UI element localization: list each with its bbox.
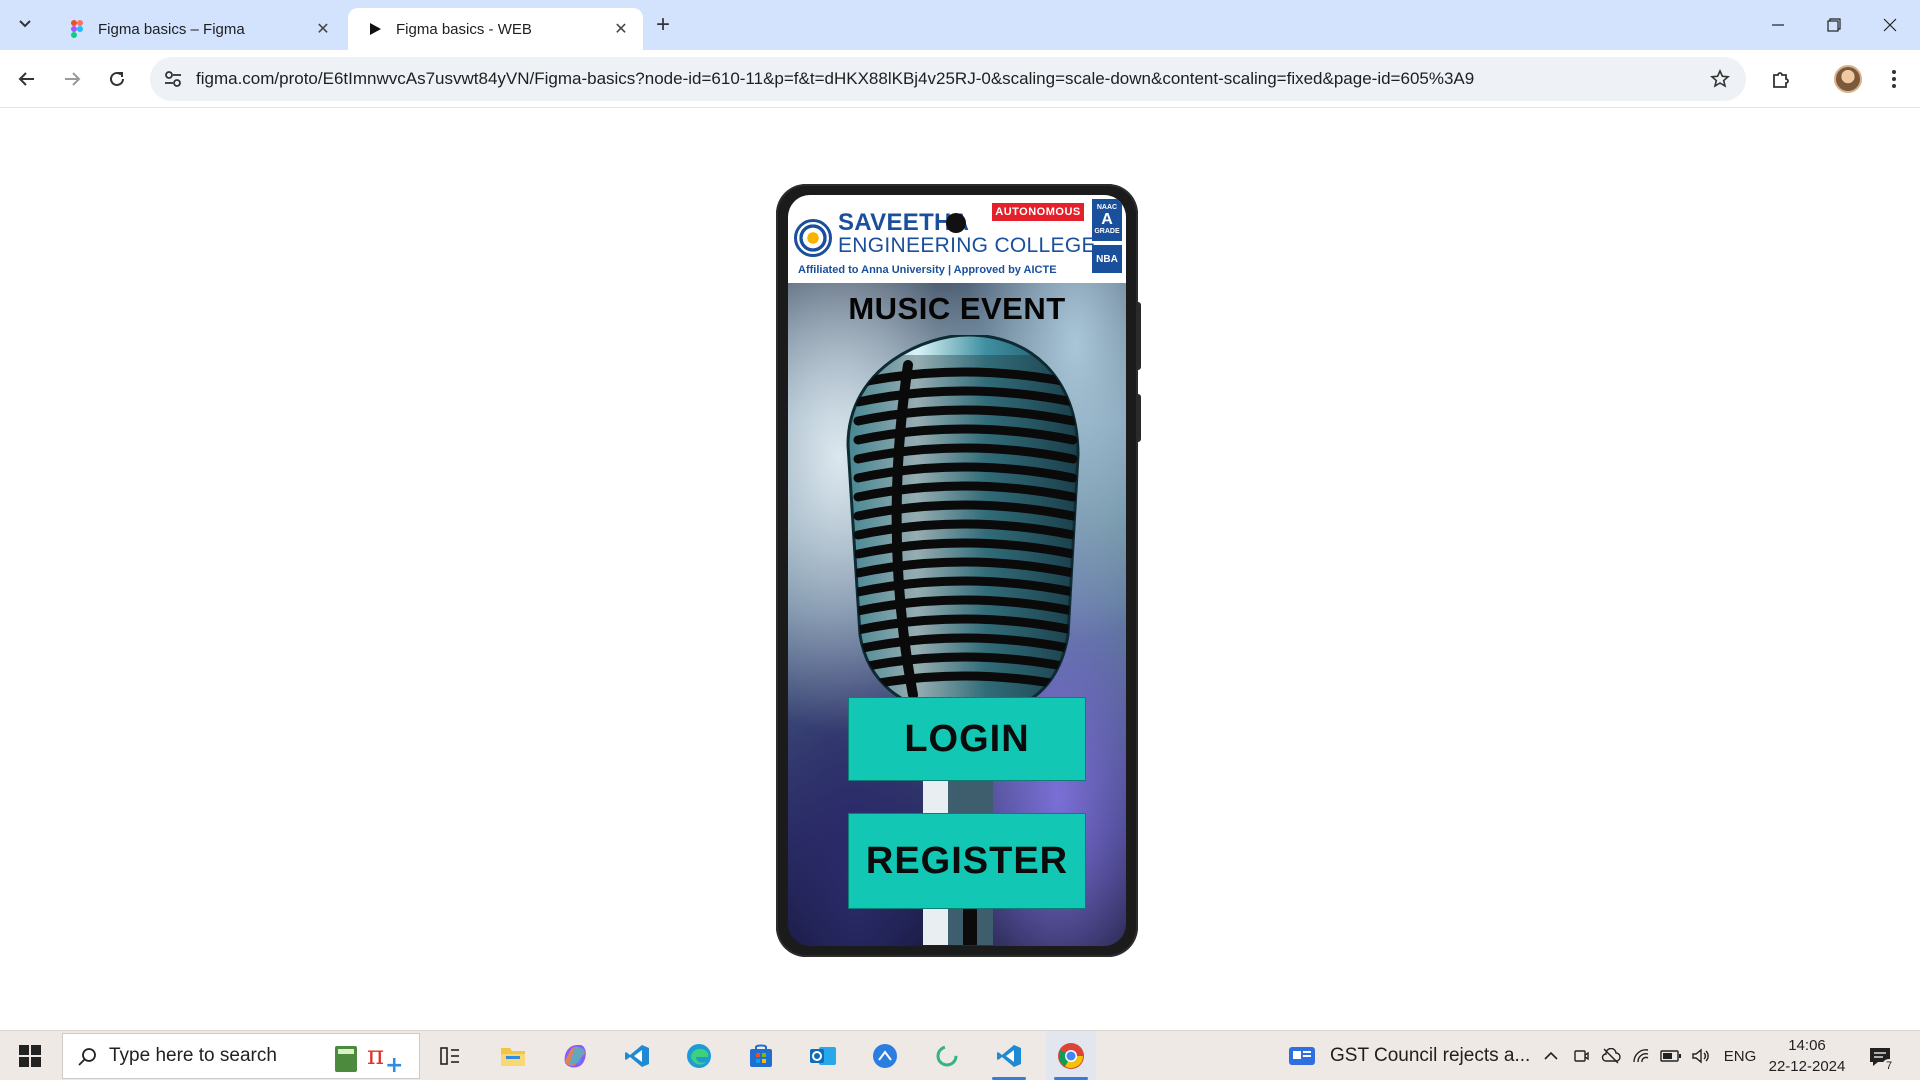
phone-side-button [1136, 394, 1141, 442]
register-button[interactable]: REGISTER [848, 813, 1086, 909]
address-bar[interactable]: figma.com/proto/E6tImnwvcAs7usvwt84yVN/F… [150, 57, 1746, 101]
prototype-viewport: SAVEETHA ENGINEERING COLLEGE Affiliated … [0, 108, 1920, 1030]
taskbar-search[interactable]: Type here to search π + [62, 1033, 420, 1079]
puzzle-icon [1773, 72, 1789, 88]
phone-screen: SAVEETHA ENGINEERING COLLEGE Affiliated … [788, 195, 1126, 946]
svg-text:+: + [385, 1053, 403, 1074]
windows-taskbar: Type here to search π + GST Council rejec… [0, 1030, 1920, 1080]
restore-icon [1827, 18, 1841, 32]
front-camera [946, 213, 966, 233]
show-hidden-icons-button[interactable] [1538, 1031, 1564, 1080]
arrow-left-icon [18, 72, 34, 86]
naac-grade: A [1101, 211, 1113, 228]
naac-badge: NAAC A GRADE [1092, 199, 1122, 241]
task-view-icon[interactable] [425, 1031, 475, 1080]
close-icon [1883, 18, 1897, 32]
autonomous-badge: AUTONOMOUS [992, 203, 1084, 221]
site-settings-icon[interactable] [162, 68, 184, 90]
cloud-offline-icon[interactable] [1598, 1031, 1624, 1080]
wifi-icon[interactable] [1628, 1031, 1654, 1080]
vscode-icon[interactable] [984, 1031, 1034, 1080]
college-affiliation: Affiliated to Anna University | Approved… [798, 264, 1057, 276]
news-widget[interactable]: GST Council rejects a... [1288, 1031, 1530, 1080]
clock-date: 22-12-2024 [1768, 1058, 1846, 1075]
restore-button[interactable] [1806, 0, 1862, 50]
figma-icon [68, 20, 86, 38]
avatar [1834, 65, 1862, 93]
menu-button[interactable] [1876, 61, 1912, 97]
calculator-icon: π + [331, 1040, 411, 1078]
start-button[interactable] [5, 1031, 55, 1080]
chrome-icon[interactable] [1046, 1031, 1096, 1080]
college-emblem-icon [794, 219, 832, 257]
reload-icon [110, 71, 124, 86]
minimize-icon [1772, 24, 1784, 26]
clock-time: 14:06 [1788, 1037, 1826, 1054]
college-banner: SAVEETHA ENGINEERING COLLEGE Affiliated … [788, 195, 1126, 283]
speedtest-icon[interactable] [860, 1031, 910, 1080]
play-icon [366, 20, 384, 38]
login-button[interactable]: LOGIN [848, 697, 1086, 781]
nba-badge: NBA [1092, 245, 1122, 273]
tab-search-button[interactable] [10, 9, 40, 39]
tab-strip: Figma basics – Figma ✕ Figma basics - WE… [0, 0, 1920, 50]
url-text: figma.com/proto/E6tImnwvcAs7usvwt84yVN/F… [196, 69, 1475, 88]
news-headline: GST Council rejects a... [1330, 1045, 1531, 1066]
phone-side-button [1136, 302, 1141, 370]
search-placeholder: Type here to search [109, 1045, 277, 1066]
chevron-down-icon [19, 20, 31, 28]
reload-button[interactable] [99, 61, 135, 97]
outlook-icon[interactable] [798, 1031, 848, 1080]
profile-button[interactable] [1830, 61, 1866, 97]
arrow-right-icon [65, 72, 81, 86]
kebab-menu-icon [1892, 70, 1896, 88]
naac-grade-label: GRADE [1094, 228, 1120, 235]
new-tab-button[interactable]: + [648, 10, 678, 40]
event-title: MUSIC EVENT [848, 291, 1066, 326]
loading-icon[interactable] [922, 1031, 972, 1080]
notification-center-button[interactable]: 7 [1862, 1039, 1898, 1075]
system-clock[interactable]: 14:06 22-12-2024 [1768, 1035, 1846, 1077]
volume-icon[interactable] [1688, 1031, 1714, 1080]
tab-title: Figma basics – Figma [98, 20, 245, 38]
svg-text:π: π [367, 1041, 384, 1071]
notification-count-badge: 7 [1882, 1059, 1896, 1073]
windows-icon [19, 1045, 41, 1067]
vscode-icon[interactable] [612, 1031, 662, 1080]
search-icon [78, 1048, 96, 1066]
college-name-line2: ENGINEERING COLLEGE [838, 234, 1096, 257]
chevron-up-icon [1544, 1051, 1558, 1060]
tab-title: Figma basics - WEB [396, 20, 532, 38]
browser-toolbar: figma.com/proto/E6tImnwvcAs7usvwt84yVN/F… [0, 50, 1920, 108]
forward-button[interactable] [54, 61, 90, 97]
phone-frame: SAVEETHA ENGINEERING COLLEGE Affiliated … [776, 184, 1141, 957]
close-icon[interactable]: ✕ [611, 19, 631, 39]
file-explorer-icon[interactable] [488, 1031, 538, 1080]
store-icon[interactable] [736, 1031, 786, 1080]
battery-icon[interactable] [1658, 1031, 1684, 1080]
copilot-icon[interactable] [550, 1031, 600, 1080]
close-window-button[interactable] [1862, 0, 1918, 50]
bookmark-star-icon[interactable] [1708, 67, 1732, 91]
language-indicator[interactable]: ENG [1720, 1031, 1760, 1080]
tab-figma-web[interactable]: Figma basics - WEB ✕ [348, 8, 643, 50]
edge-icon[interactable] [674, 1031, 724, 1080]
minimize-button[interactable] [1750, 0, 1806, 50]
back-button[interactable] [9, 61, 45, 97]
meet-now-icon[interactable] [1568, 1031, 1594, 1080]
close-icon[interactable]: ✕ [313, 19, 333, 39]
tab-figma-basics[interactable]: Figma basics – Figma ✕ [50, 8, 345, 50]
extensions-button[interactable] [1763, 61, 1799, 97]
news-icon [1289, 1047, 1315, 1065]
